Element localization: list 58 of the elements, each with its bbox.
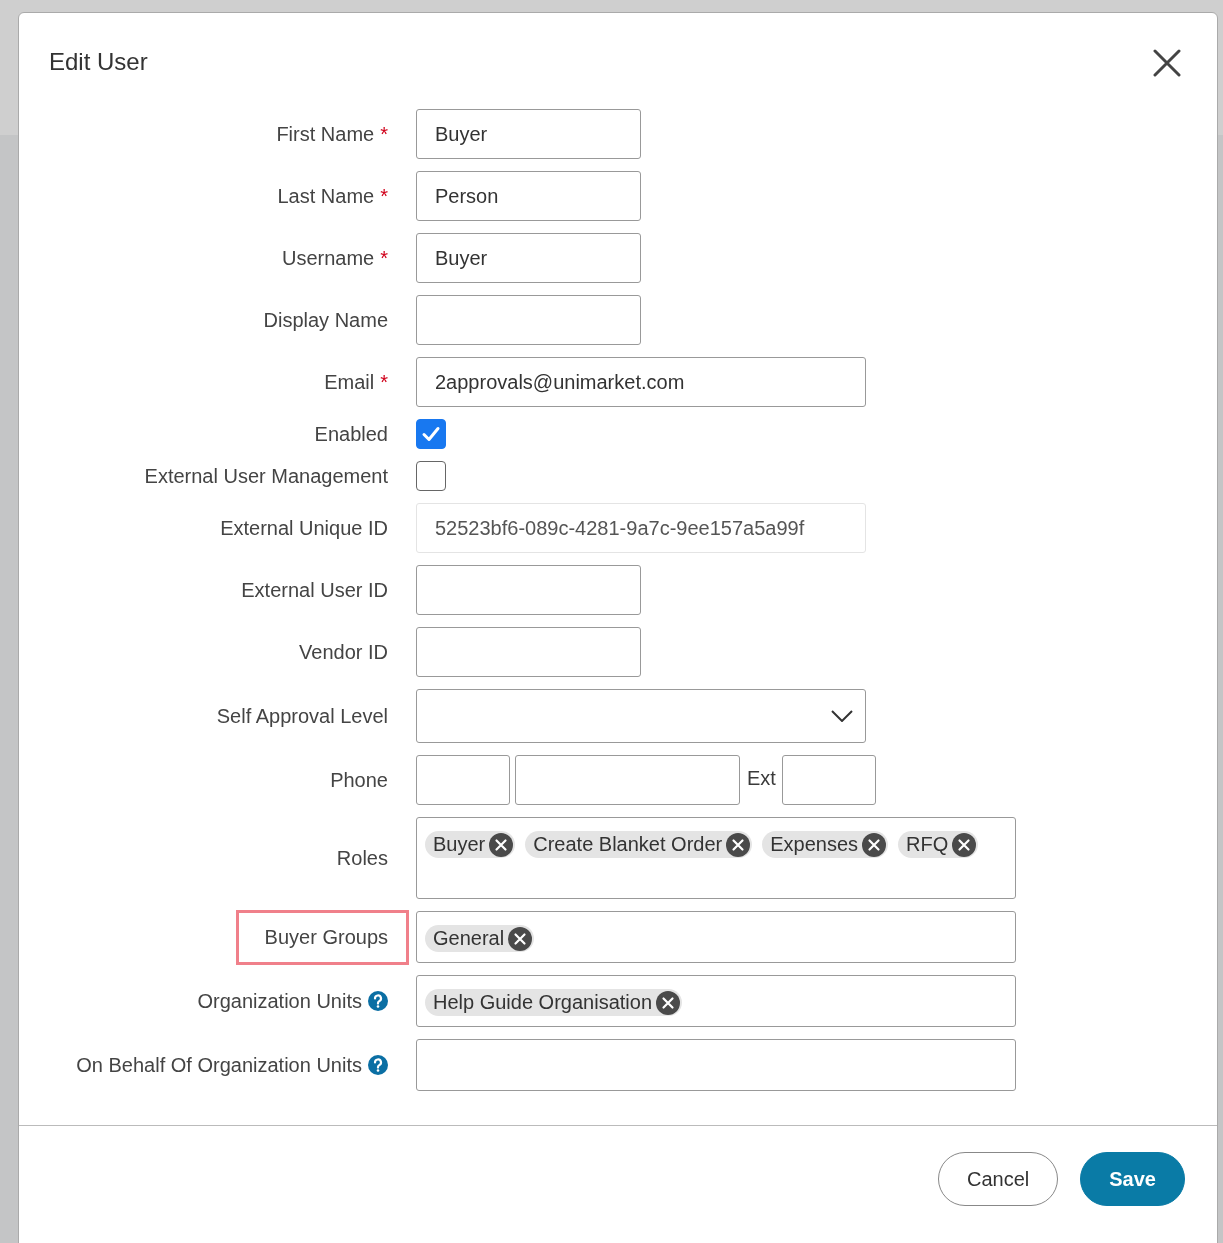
field-label: Roles <box>336 846 388 870</box>
field-label: Username <box>281 246 375 270</box>
tag-label: Create Blanket Order <box>533 833 723 856</box>
field-label: First Name <box>276 122 375 146</box>
remove-icon[interactable] <box>952 832 977 857</box>
tag-select-field[interactable]: Buyer Create Blanket Order Expenses RFQ <box>416 817 1016 899</box>
field-label: Vendor ID <box>299 640 388 664</box>
text-field[interactable] <box>416 295 641 345</box>
text-field[interactable]: 2approvals@unimarket.com <box>416 357 866 407</box>
text-field[interactable] <box>416 627 641 677</box>
field-label: External Unique ID <box>220 516 388 540</box>
field-label: External User Management <box>144 464 388 488</box>
ext-label: Ext <box>747 767 776 790</box>
dropdown-field[interactable] <box>416 689 866 743</box>
tag-label: Help Guide Organisation <box>433 991 652 1014</box>
field-label: On Behalf Of Organization Units <box>76 1053 362 1077</box>
save-button[interactable]: Save <box>1080 1152 1185 1206</box>
remove-icon[interactable] <box>862 832 887 857</box>
field-label: Enabled <box>314 422 388 446</box>
tag-select-field[interactable]: General <box>416 911 1016 963</box>
required-mark: * <box>380 370 388 394</box>
tag-label: Expenses <box>770 833 859 856</box>
tag-label: General <box>433 927 505 950</box>
remove-icon[interactable] <box>508 926 533 951</box>
text-field[interactable]: Buyer <box>416 109 641 159</box>
checkbox[interactable] <box>416 419 446 449</box>
remove-icon[interactable] <box>656 990 680 1015</box>
checkbox[interactable] <box>416 461 446 491</box>
field-label: Phone <box>330 768 388 792</box>
chevron-down-icon <box>831 710 853 722</box>
phone-ext-field[interactable] <box>781 755 876 805</box>
text-field[interactable]: Person <box>416 171 641 221</box>
field-label: Email <box>324 370 375 394</box>
tag-select-field[interactable] <box>416 1039 1016 1091</box>
required-mark: * <box>380 122 388 146</box>
help-icon[interactable] <box>368 991 388 1011</box>
dialog-title: Edit User <box>49 48 148 76</box>
phone-area-field[interactable] <box>416 755 510 805</box>
text-field[interactable]: 52523bf6-089c-4281-9a7c-9ee157a5a99f <box>416 503 866 553</box>
tag-label: RFQ <box>906 833 949 856</box>
field-label: Buyer Groups <box>264 925 388 949</box>
text-field[interactable]: Buyer <box>416 233 641 283</box>
remove-icon[interactable] <box>726 832 751 857</box>
required-mark: * <box>380 246 388 270</box>
field-label: Last Name <box>277 184 375 208</box>
tag-select-field[interactable]: Help Guide Organisation <box>416 975 1016 1027</box>
help-icon[interactable] <box>368 1055 388 1075</box>
required-mark: * <box>380 184 388 208</box>
tag-label: Buyer <box>433 833 486 856</box>
phone-number-field[interactable] <box>515 755 740 805</box>
close-icon[interactable] <box>1153 49 1181 77</box>
field-label: Display Name <box>263 308 388 332</box>
field-label: Organization Units <box>197 989 362 1013</box>
remove-icon[interactable] <box>489 832 514 857</box>
field-label: External User ID <box>241 578 388 602</box>
field-label: Self Approval Level <box>216 704 388 728</box>
text-field[interactable] <box>416 565 641 615</box>
cancel-button[interactable]: Cancel <box>938 1152 1059 1206</box>
